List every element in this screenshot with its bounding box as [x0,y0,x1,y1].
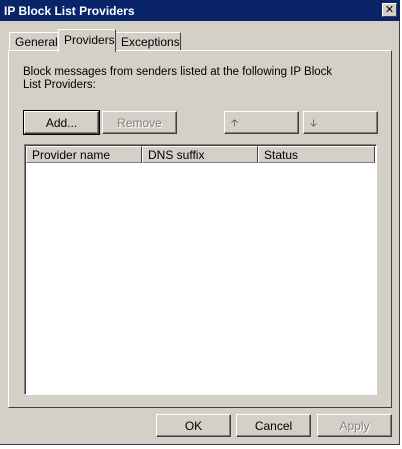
title-bar[interactable]: IP Block List Providers ✕ [0,0,400,21]
close-icon: ✕ [384,3,395,16]
description-text: Block messages from senders listed at th… [23,66,333,91]
close-button[interactable]: ✕ [382,3,397,17]
move-up-button[interactable]: 🡡 [224,111,299,134]
column-status[interactable]: Status [258,146,375,163]
tab-exceptions[interactable]: Exceptions [115,32,181,50]
tab-general[interactable]: General [9,32,59,50]
list-header: Provider name DNS suffix Status [26,146,375,163]
apply-button[interactable]: Apply [317,414,392,437]
window-title: IP Block List Providers [4,3,135,18]
column-provider-name[interactable]: Provider name [26,146,142,163]
ok-button[interactable]: OK [156,414,231,437]
remove-button[interactable]: Remove [102,111,177,134]
cancel-button[interactable]: Cancel [236,414,311,437]
dialog-window: IP Block List Providers ✕ General Provid… [0,0,400,445]
providers-list[interactable]: Provider name DNS suffix Status [24,144,377,395]
column-dns-suffix[interactable]: DNS suffix [142,146,258,163]
tab-providers[interactable]: Providers [58,29,116,52]
add-button[interactable]: Add... [23,110,100,135]
arrow-up-icon: 🡡 [231,118,239,129]
arrow-down-icon: 🡣 [310,118,318,129]
move-down-button[interactable]: 🡣 [303,111,378,134]
providers-panel: Block messages from senders listed at th… [8,50,392,408]
